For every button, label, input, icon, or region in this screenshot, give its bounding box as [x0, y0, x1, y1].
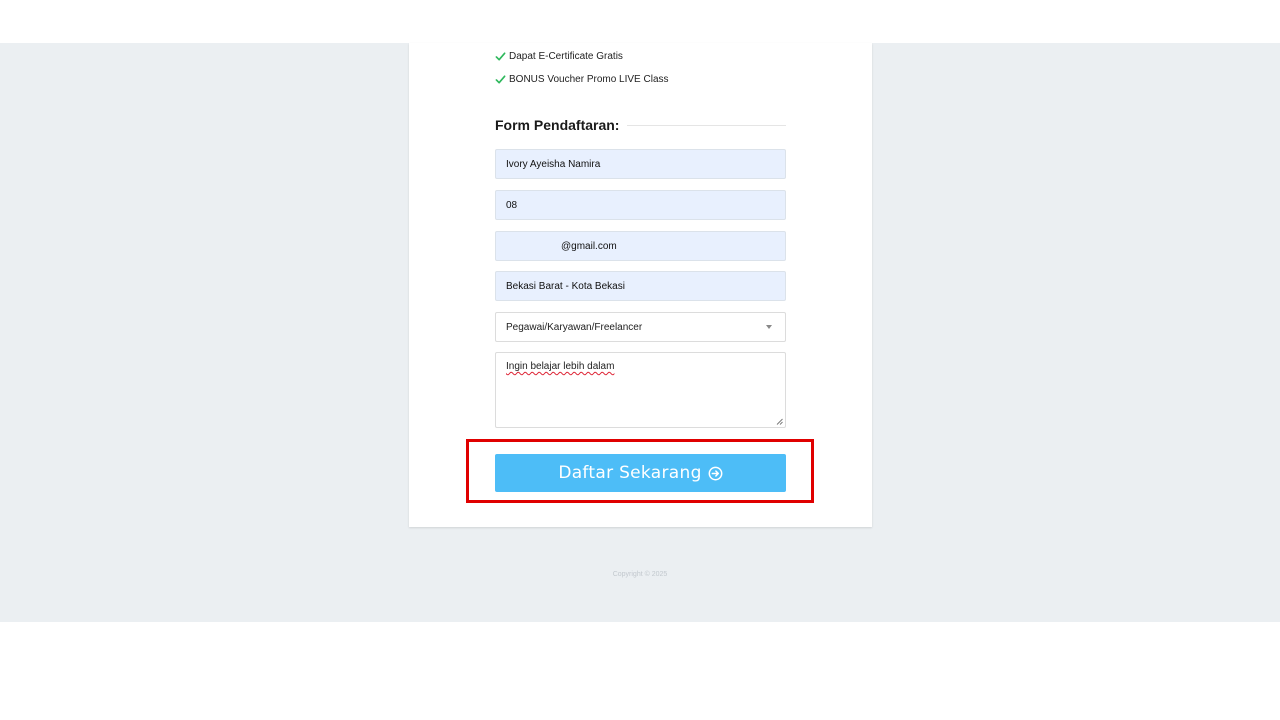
benefit-label: Dapat E-Certificate Gratis	[509, 50, 623, 62]
chevron-down-icon	[766, 325, 772, 329]
reason-textarea[interactable]: Ingin belajar lebih dalam	[495, 352, 786, 428]
resize-handle-icon[interactable]	[776, 418, 783, 425]
location-input-value: Bekasi Barat - Kota Bekasi	[506, 280, 625, 292]
check-icon	[495, 51, 506, 61]
email-input-value: @gmail.com	[561, 240, 617, 252]
benefit-item: BONUS Voucher Promo LIVE Class	[495, 72, 669, 86]
registration-card: Dapat E-Certificate Gratis BONUS Voucher…	[409, 43, 872, 527]
location-input[interactable]: Bekasi Barat - Kota Bekasi	[495, 271, 786, 301]
occupation-selected-value: Pegawai/Karyawan/Freelancer	[506, 321, 643, 333]
reason-textarea-value: Ingin belajar lebih dalam	[506, 361, 615, 372]
benefit-item: Dapat E-Certificate Gratis	[495, 49, 623, 63]
occupation-select[interactable]: Pegawai/Karyawan/Freelancer	[495, 312, 786, 342]
check-icon	[495, 74, 506, 84]
phone-input[interactable]: 08	[495, 190, 786, 220]
submit-button[interactable]: Daftar Sekarang	[495, 454, 786, 492]
form-title: Form Pendaftaran:	[495, 117, 620, 133]
benefit-label: BONUS Voucher Promo LIVE Class	[509, 73, 669, 85]
heading-divider	[627, 124, 786, 126]
name-input[interactable]: Ivory Ayeisha Namira	[495, 149, 786, 179]
email-input[interactable]: @gmail.com	[495, 231, 786, 261]
copyright-text: Copyright © 2025	[612, 571, 668, 578]
phone-input-value: 08	[506, 199, 518, 211]
name-input-value: Ivory Ayeisha Namira	[506, 158, 601, 170]
submit-button-label: Daftar Sekarang	[558, 463, 702, 483]
form-heading: Form Pendaftaran:	[495, 117, 786, 133]
arrow-right-circle-icon	[708, 466, 723, 480]
